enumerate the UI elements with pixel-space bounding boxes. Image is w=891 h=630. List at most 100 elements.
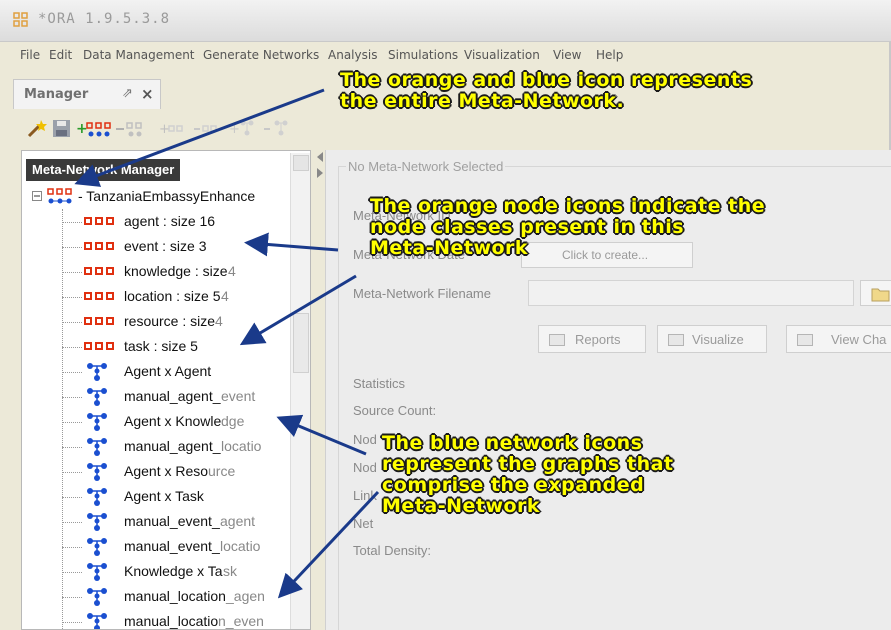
tree-item-label: event : size 3 xyxy=(124,238,207,254)
remove-node-class-icon[interactable] xyxy=(193,118,223,140)
tree-branch-line xyxy=(62,622,82,623)
network-icon xyxy=(87,413,107,431)
network-icon xyxy=(87,488,107,506)
window-title: *ORA 1.9.5.3.8 xyxy=(38,11,171,27)
tree-item-label-overlapped: urce xyxy=(208,463,236,479)
menu-view[interactable]: View xyxy=(553,48,581,62)
ora-app-icon xyxy=(13,12,28,27)
tree-header: Meta-Network Manager xyxy=(26,159,181,181)
svg-text:+: + xyxy=(76,121,88,137)
network-icon xyxy=(87,538,107,556)
scroll-thumb[interactable] xyxy=(293,313,309,373)
tree-branch-line xyxy=(62,497,82,498)
magic-wand-icon[interactable] xyxy=(23,118,49,140)
network-icon xyxy=(87,613,107,629)
tree-branch-line xyxy=(62,447,82,448)
network-count-label: Net xyxy=(353,516,374,531)
close-icon[interactable]: × xyxy=(141,85,154,103)
manager-toolbar: + + + xyxy=(13,114,333,146)
reports-button[interactable]: Reports xyxy=(538,325,646,353)
pin-icon[interactable]: ⇗ xyxy=(122,86,133,101)
network-icon xyxy=(87,438,107,456)
statistics-label: Statistics xyxy=(353,376,406,391)
tree-branch-line xyxy=(62,522,82,523)
add-network-icon[interactable]: + xyxy=(229,118,259,140)
tree-item-label: Agent x Reso xyxy=(124,463,209,479)
menu-visualization[interactable]: Visualization xyxy=(464,48,540,62)
menu-file[interactable]: File xyxy=(20,48,40,62)
menu-generate-networks[interactable]: Generate Networks xyxy=(203,48,319,62)
manager-tab-label: Manager xyxy=(24,87,89,102)
visualize-icon xyxy=(668,334,684,346)
tree-item-label-overlapped: locatio xyxy=(220,538,261,554)
tree-branch-line xyxy=(62,322,82,323)
scroll-up-button[interactable] xyxy=(293,155,309,171)
tree-item-label-overlapped: 4 xyxy=(221,288,229,304)
visualize-label: Visualize xyxy=(692,332,744,347)
menu-analysis[interactable]: Analysis xyxy=(328,48,377,62)
tree-item-label-overlapped: sk xyxy=(223,563,237,579)
tree-branch-line xyxy=(62,272,82,273)
tree-item-label: Agent x Agent xyxy=(124,363,212,379)
tree-branch-line xyxy=(62,372,82,373)
meta-network-tree[interactable]: Meta-Network Manager - TanzaniaEmbassyEn… xyxy=(21,150,311,630)
remove-network-icon[interactable] xyxy=(263,118,293,140)
tree-branch-line xyxy=(62,472,82,473)
tree-scrollbar[interactable] xyxy=(290,153,310,629)
collapse-panel-icon[interactable] xyxy=(315,150,325,180)
menu-help[interactable]: Help xyxy=(596,48,623,62)
view-chart-label: View Cha xyxy=(831,332,887,347)
view-chart-icon xyxy=(797,334,813,346)
filename-input[interactable] xyxy=(528,280,854,306)
network-icon xyxy=(87,388,107,406)
visualize-button[interactable]: Visualize xyxy=(657,325,767,353)
tree-item-label: manual_event_ xyxy=(124,513,220,529)
node-class-icon xyxy=(84,217,118,227)
tree-branch-line xyxy=(62,347,82,348)
tree-branch-line xyxy=(62,597,82,598)
view-chart-button[interactable]: View Cha xyxy=(786,325,891,353)
tree-branch-line xyxy=(62,297,82,298)
node-class-icon xyxy=(84,267,118,277)
meta-network-filename-label: Meta-Network Filename xyxy=(353,286,491,301)
node-class-count-label: Nod xyxy=(353,460,377,475)
tree-branch-line xyxy=(62,247,82,248)
network-icon xyxy=(87,463,107,481)
node-class-icon xyxy=(84,242,118,252)
menu-data-management[interactable]: Data Management xyxy=(83,48,195,62)
menu-edit[interactable]: Edit xyxy=(49,48,72,62)
tree-branch-line xyxy=(62,572,82,573)
network-icon xyxy=(87,588,107,606)
menu-simulations[interactable]: Simulations xyxy=(388,48,458,62)
source-count-label: Source Count: xyxy=(353,403,437,418)
tree-item-label-overlapped: agent xyxy=(220,513,256,529)
details-title: No Meta-Network Selected xyxy=(346,159,506,174)
tree-branch-line xyxy=(62,547,82,548)
node-class-icon xyxy=(84,292,118,302)
tree-branch-line xyxy=(62,422,82,423)
tree-branch-line xyxy=(62,397,82,398)
tree-item-label: knowledge : size xyxy=(124,263,228,279)
tree-item-label-overlapped: event xyxy=(221,388,256,404)
tree-root-label: - TanzaniaEmbassyEnhance xyxy=(78,188,256,204)
tree-item-label: Knowledge x Ta xyxy=(124,563,223,579)
tree-item-label: agent : size 16 xyxy=(124,213,216,229)
network-icon xyxy=(87,363,107,381)
remove-meta-network-icon[interactable] xyxy=(115,118,151,140)
tree-item-label-overlapped: _agen xyxy=(226,588,265,604)
browse-button[interactable] xyxy=(860,280,891,306)
tree-item-label: manual_event_ xyxy=(124,538,220,554)
reports-icon xyxy=(549,334,565,346)
add-meta-network-icon[interactable]: + xyxy=(75,118,111,140)
svg-text:+: + xyxy=(229,122,240,137)
menu-bar: File Edit Data Management Generate Netwo… xyxy=(0,46,891,66)
manager-tab[interactable]: Manager ⇗ × xyxy=(13,79,161,109)
tree-item-label: resource : size xyxy=(124,313,216,329)
save-icon[interactable] xyxy=(49,118,75,140)
network-icon xyxy=(87,563,107,581)
collapse-icon[interactable] xyxy=(32,191,42,201)
ora-window: *ORA 1.9.5.3.8 File Edit Data Management… xyxy=(0,0,891,630)
tree-item-label: task : size 5 xyxy=(124,338,198,354)
total-density-label: Total Density: xyxy=(353,543,432,558)
add-node-class-icon[interactable]: + xyxy=(159,118,189,140)
